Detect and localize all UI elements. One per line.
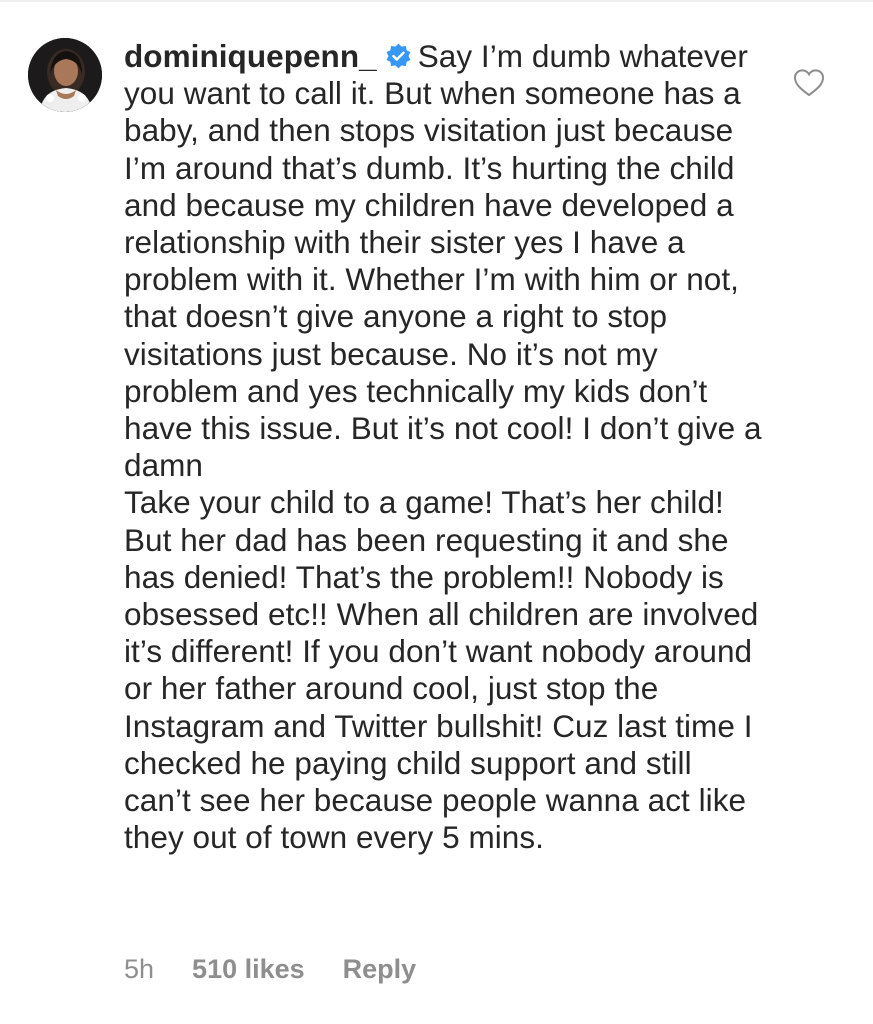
avatar[interactable] — [28, 38, 102, 112]
comment-text: dominiquepenn_ Say I’m dumb whatever you … — [124, 38, 764, 484]
comment-body: dominiquepenn_ Say I’m dumb whatever you … — [124, 38, 764, 856]
comment-timestamp[interactable]: 5h — [124, 954, 154, 985]
heart-outline-icon[interactable] — [793, 68, 825, 98]
verified-badge-icon — [386, 43, 411, 69]
likes-count[interactable]: 510 likes — [192, 954, 305, 985]
comment-meta: 5h 510 likes Reply — [124, 954, 416, 985]
top-divider — [0, 0, 873, 2]
comment-paragraph-1: Say I’m dumb whatever you want to call i… — [124, 38, 762, 484]
comment-paragraph-2: Take your child to a game! That’s her ch… — [124, 484, 759, 856]
username[interactable]: dominiquepenn_ — [124, 38, 377, 74]
reply-button[interactable]: Reply — [343, 954, 417, 985]
avatar-image — [28, 38, 102, 112]
